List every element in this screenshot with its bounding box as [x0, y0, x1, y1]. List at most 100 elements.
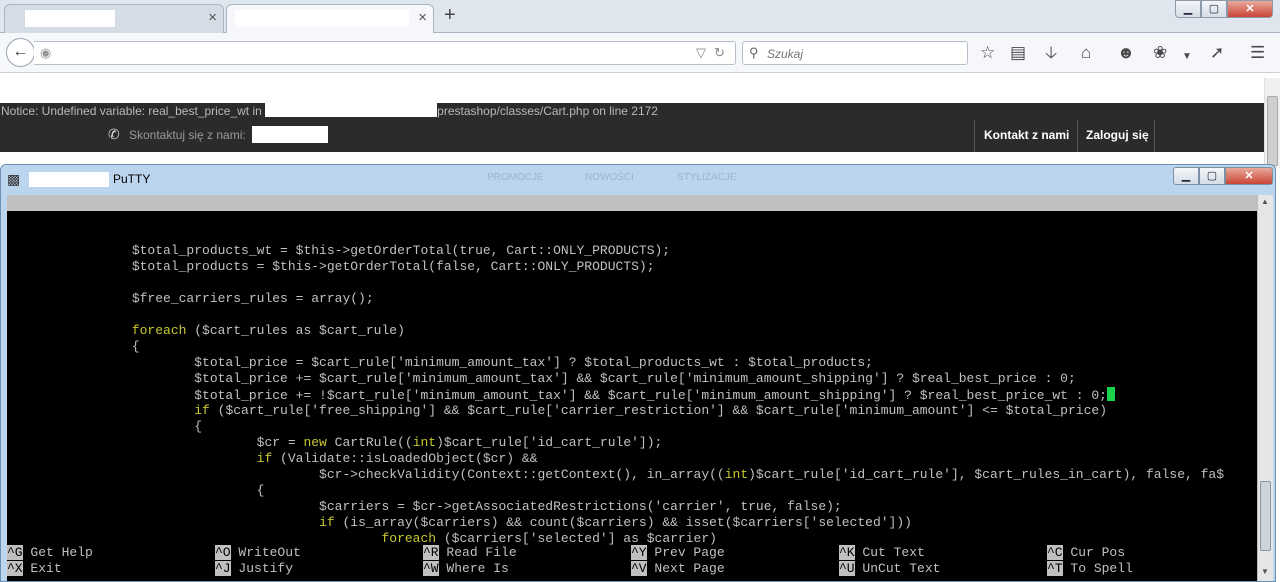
terminal-scrollbar[interactable]: ▲ ▼: [1257, 195, 1273, 581]
ghost-menu-item: NOWOŚCI: [585, 172, 634, 183]
code-line: $total_price = $cart_rule['minimum_amoun…: [7, 355, 873, 370]
terminal[interactable]: GNU nano 2.2.4 File: Cart.php $total_pro…: [7, 195, 1257, 581]
code-line: $total_price += $cart_rule['minimum_amou…: [7, 371, 1076, 386]
redacted-host: [29, 172, 109, 187]
scroll-down-icon[interactable]: ▼: [1261, 567, 1269, 576]
code-line: $carriers = $cr->getAssociatedRestrictio…: [7, 499, 842, 514]
login-link[interactable]: Zaloguj się: [1086, 128, 1149, 142]
notice-prefix: Notice: Undefined variable: real_best_pr…: [1, 104, 266, 118]
page-scrollbar[interactable]: [1264, 78, 1280, 168]
putty-close-button[interactable]: ✕: [1225, 167, 1273, 185]
window-close-button[interactable]: ✕: [1227, 0, 1273, 18]
shortcut-label: Read File: [438, 545, 517, 560]
hamburger-menu-icon[interactable]: ☰: [1250, 43, 1265, 63]
shortcut-key: ^U: [839, 561, 855, 576]
smiley-icon[interactable]: ☻: [1117, 43, 1135, 63]
notice-suffix: prestashop/classes/Cart.php on line 2172: [437, 104, 658, 118]
dropdown-icon[interactable]: ▼: [1182, 47, 1192, 67]
divider: [1154, 120, 1155, 152]
keyword: new: [303, 435, 327, 450]
shortcut-key: ^O: [215, 545, 231, 560]
extension-icon[interactable]: ❀: [1153, 43, 1167, 63]
home-icon[interactable]: ⌂: [1081, 43, 1091, 63]
code-line: {: [7, 483, 265, 498]
shortcut-item: ^T To Spell: [1047, 561, 1133, 577]
contact-link[interactable]: Kontakt z nami: [984, 128, 1069, 142]
window-maximize-button[interactable]: ▢: [1201, 0, 1227, 18]
download-icon[interactable]: 🡣: [1045, 43, 1057, 63]
putty-titlebar[interactable]: ▩ PuTTY PROMOCJE NOWOŚCI STYLIZACJE ▁ ▢ …: [1, 165, 1275, 195]
divider: [1077, 120, 1078, 152]
tab-close-icon[interactable]: ×: [208, 9, 217, 27]
tab-active[interactable]: ×: [226, 4, 434, 34]
putty-minimize-button[interactable]: ▁: [1173, 167, 1199, 185]
shortcut-label: Next Page: [646, 561, 725, 576]
shortcut-key: ^Y: [631, 545, 647, 560]
nano-header: GNU nano 2.2.4 File: Cart.php: [7, 195, 1257, 242]
shortcut-key: ^X: [7, 561, 23, 576]
shortcut-item: ^Y Prev Page: [631, 545, 725, 561]
search-box[interactable]: ⚲: [742, 41, 968, 65]
shortcut-item: ^C Cur Pos: [1047, 545, 1125, 561]
tab-strip: × × + ▁ ▢ ✕: [0, 0, 1280, 34]
ghost-menu-item: STYLIZACJE: [677, 172, 737, 183]
tab-inactive[interactable]: ×: [4, 4, 224, 33]
tab-title-redacted: [235, 10, 409, 27]
url-bar[interactable]: ◉ ▽ ↻: [34, 41, 736, 65]
keyword: if: [194, 403, 210, 418]
site-top-bar: ✆ Skontaktuj się z nami: Kontakt z nami …: [0, 120, 1264, 152]
shortcut-label: UnCut Text: [854, 561, 941, 576]
redacted-path: [265, 103, 438, 117]
keyword: int: [412, 435, 437, 450]
globe-icon: ◉: [40, 45, 52, 60]
window-minimize-button[interactable]: ▁: [1175, 0, 1201, 18]
shortcut-item: ^G Get Help: [7, 545, 93, 561]
code-line: if ($cart_rule['free_shipping'] && $cart…: [194, 403, 1107, 418]
keyword: foreach: [131, 323, 187, 338]
code-line: $free_carriers_rules = array();: [7, 291, 374, 306]
redacted-header: [0, 78, 324, 100]
new-tab-icon[interactable]: +: [444, 4, 456, 26]
nano-shortcuts: ^G Get Help ^O WriteOut ^R Read File ^Y Pre…: [7, 545, 1257, 577]
scroll-up-icon[interactable]: ▲: [1261, 197, 1269, 206]
shortcut-label: Where Is: [438, 561, 509, 576]
nano-version: GNU nano 2.2.4: [24, 211, 134, 226]
search-icon: ⚲: [749, 45, 759, 60]
shortcut-key: ^T: [1047, 561, 1063, 576]
shortcut-row: ^X Exit ^J Justify ^W Where Is ^V Next Page…: [7, 561, 1257, 577]
reload-icon[interactable]: ↻: [714, 45, 725, 61]
tab-title-redacted: [25, 10, 115, 27]
shortcut-label: Prev Page: [646, 545, 725, 560]
scroll-thumb[interactable]: [1267, 96, 1278, 166]
shortcut-item: ^U UnCut Text: [839, 561, 940, 577]
shortcut-label: Justify: [230, 561, 294, 576]
shortcut-key: ^C: [1047, 545, 1063, 560]
putty-maximize-button[interactable]: ▢: [1199, 167, 1225, 185]
shortcut-label: Cur Pos: [1062, 545, 1126, 560]
shortcut-row: ^G Get Help ^O WriteOut ^R Read File ^Y Pre…: [7, 545, 1257, 561]
shortcut-item: ^X Exit: [7, 561, 62, 577]
putty-title: PuTTY: [113, 172, 151, 186]
shortcut-key: ^W: [423, 561, 439, 576]
shortcut-item: ^J Justify: [215, 561, 293, 577]
url-dropdown-icon[interactable]: ▽: [696, 45, 706, 61]
shortcut-item: ^W Where Is: [423, 561, 509, 577]
navigation-bar: ← ◉ ▽ ↻ ⚲ ☆ ▤ 🡣 ⌂ ☻ ❀ ▼ ➚ ☰: [0, 33, 1280, 73]
pin-icon[interactable]: ➚: [1210, 43, 1224, 63]
code-line: if (is_array($carriers) && count($carrie…: [319, 515, 912, 530]
shortcut-label: To Spell: [1062, 561, 1133, 576]
contact-label: Skontaktuj się z nami:: [129, 128, 246, 142]
search-input[interactable]: [767, 45, 963, 62]
putty-app-icon[interactable]: ▩: [7, 171, 20, 188]
bookmark-star-icon[interactable]: ☆: [980, 43, 995, 63]
shortcut-label: Exit: [22, 561, 62, 576]
putty-window: ▩ PuTTY PROMOCJE NOWOŚCI STYLIZACJE ▁ ▢ …: [0, 164, 1276, 582]
phone-icon: ✆: [108, 126, 120, 142]
code-editor[interactable]: $total_products_wt = $this->getOrderTota…: [7, 227, 1257, 547]
reading-list-icon[interactable]: ▤: [1010, 43, 1026, 63]
back-arrow-icon[interactable]: ←: [6, 38, 35, 67]
tab-close-icon[interactable]: ×: [418, 9, 427, 27]
scroll-thumb[interactable]: [1260, 481, 1271, 551]
ghost-menu-item: PROMOCJE: [487, 172, 544, 183]
